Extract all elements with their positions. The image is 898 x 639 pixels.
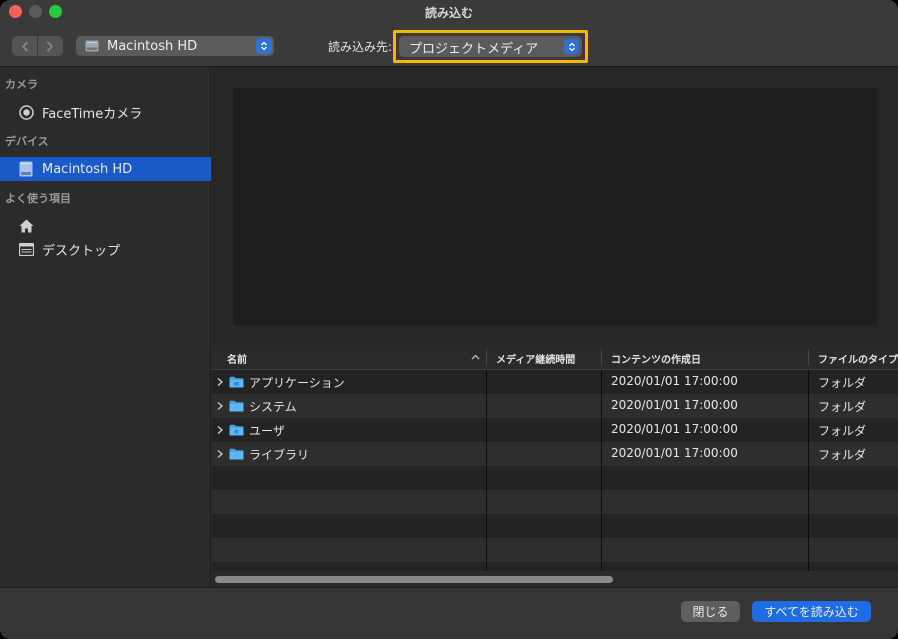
row-created: 2020/01/01 17:00:00: [611, 398, 738, 412]
disclosure-chevron-icon[interactable]: [216, 449, 224, 459]
column-separator[interactable]: [601, 349, 602, 365]
forward-button[interactable]: [37, 36, 62, 56]
sidebar-header-favorites: よく使う項目: [5, 192, 71, 205]
sort-ascending-icon: [471, 354, 480, 360]
destination-popup-label: プロジェクトメディア: [409, 42, 539, 57]
column-header-duration[interactable]: メディア継続時間: [496, 351, 575, 366]
table-row[interactable]: ユーザ 2020/01/01 17:00:00 フォルダ: [212, 418, 898, 442]
chevron-right-icon: [46, 40, 54, 52]
row-name: アプリケーション: [249, 376, 345, 390]
row-created: 2020/01/01 17:00:00: [611, 446, 738, 460]
row-created: 2020/01/01 17:00:00: [611, 422, 738, 436]
row-type: フォルダ: [818, 448, 867, 462]
popup-stepper-icon: [564, 39, 579, 54]
folder-icon: [229, 376, 244, 388]
back-button[interactable]: [12, 36, 37, 56]
table-row-empty: [212, 490, 898, 514]
sidebar-item-label: デスクトップ: [42, 243, 121, 259]
column-header-name[interactable]: 名前: [227, 351, 247, 366]
sidebar-header-camera: カメラ: [5, 78, 38, 91]
table-row-empty: [212, 538, 898, 562]
column-header-created[interactable]: コンテンツの作成日: [611, 351, 701, 366]
bottom-bar: 閉じる すべてを読み込む: [0, 587, 898, 639]
folder-icon: [229, 448, 244, 460]
media-preview: [233, 88, 877, 325]
hard-disk-icon: [18, 161, 34, 177]
destination-label: 読み込み先:: [328, 40, 393, 54]
sidebar-item-label: FaceTimeカメラ: [42, 106, 143, 122]
row-name: システム: [249, 400, 297, 414]
window-title: 読み込む: [424, 6, 473, 20]
back-forward-control: [12, 36, 63, 56]
row-type: フォルダ: [818, 400, 867, 414]
table-row-empty: [212, 562, 898, 571]
import-all-button[interactable]: すべてを読み込む: [752, 601, 871, 622]
disclosure-chevron-icon[interactable]: [216, 377, 224, 387]
disclosure-chevron-icon[interactable]: [216, 401, 224, 411]
preview-area: [212, 67, 898, 345]
hard-disk-icon: [85, 40, 99, 52]
sidebar-header-devices: デバイス: [5, 135, 49, 148]
row-name: ライブラリ: [249, 448, 310, 462]
title-bar: 読み込む: [0, 0, 898, 24]
table-row-empty: [212, 466, 898, 490]
table-row[interactable]: アプリケーション 2020/01/01 17:00:00 フォルダ: [212, 370, 898, 394]
row-name: ユーザ: [249, 424, 285, 438]
desktop-icon: [18, 241, 34, 257]
chevron-left-icon: [21, 40, 28, 52]
disclosure-chevron-icon[interactable]: [216, 425, 224, 435]
volume-popup[interactable]: Macintosh HD: [76, 36, 274, 56]
table-header: 名前 メディア継続時間 コンテンツの作成日 ファイルのタイプ: [212, 345, 898, 370]
column-separator[interactable]: [486, 349, 487, 365]
folder-icon: [229, 400, 244, 412]
sidebar-item-desktop[interactable]: デスクトップ: [0, 237, 211, 261]
destination-popup[interactable]: プロジェクトメディア: [399, 36, 582, 57]
folder-icon: [229, 424, 244, 436]
column-divider: [601, 370, 602, 571]
home-icon: [18, 218, 34, 234]
row-type: フォルダ: [818, 376, 867, 390]
column-divider: [808, 370, 809, 571]
sidebar: カメラ FaceTimeカメラ デバイス Macintosh HD よく使う項目: [0, 67, 211, 587]
row-type: フォルダ: [818, 424, 867, 438]
popup-stepper-icon: [256, 38, 272, 54]
file-browser-table: 名前 メディア継続時間 コンテンツの作成日 ファイルのタイプ アプリケーション …: [212, 345, 898, 571]
horizontal-scrollbar[interactable]: [212, 571, 898, 587]
sidebar-item-facetime-camera[interactable]: FaceTimeカメラ: [0, 100, 211, 124]
table-row[interactable]: ライブラリ 2020/01/01 17:00:00 フォルダ: [212, 442, 898, 466]
camera-icon: [18, 104, 34, 120]
sidebar-item-home[interactable]: [0, 214, 211, 238]
sidebar-item-label: Macintosh HD: [42, 161, 133, 177]
close-button[interactable]: 閉じる: [681, 601, 740, 622]
table-row[interactable]: システム 2020/01/01 17:00:00 フォルダ: [212, 394, 898, 418]
scrollbar-thumb[interactable]: [215, 576, 613, 583]
sidebar-item-macintosh-hd[interactable]: Macintosh HD: [0, 157, 211, 181]
table-row-empty: [212, 514, 898, 538]
volume-popup-label: Macintosh HD: [107, 38, 198, 54]
column-header-type[interactable]: ファイルのタイプ: [818, 351, 898, 366]
column-separator[interactable]: [808, 349, 809, 365]
import-window: 読み込む Macintosh HD 読み込み先: プロジェクトメディア カメラ …: [0, 0, 898, 639]
column-divider: [486, 370, 487, 571]
row-created: 2020/01/01 17:00:00: [611, 374, 738, 388]
